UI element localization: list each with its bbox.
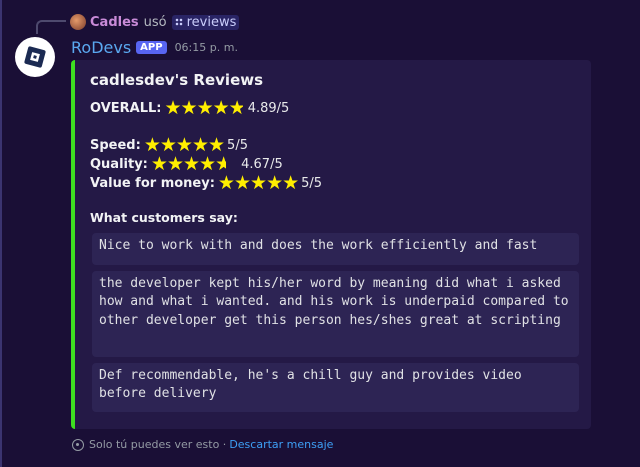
reviews-embed: cadlesdev's Reviews OVERALL: ★★★★★★ 4.89… (71, 60, 591, 429)
star-icon: ★ (182, 153, 200, 175)
star-icon: ★ (282, 172, 299, 194)
star-icon: ★ (199, 153, 216, 175)
review-quote: Nice to work with and does the work effi… (92, 233, 579, 265)
star-icon: ★ (250, 172, 267, 194)
quality-label: Quality: (90, 157, 148, 172)
star-icon: ★ (233, 172, 251, 194)
star-icon: ★ (217, 172, 235, 194)
value-score: 5/5 (301, 176, 323, 191)
star-icon: ★ (196, 97, 214, 119)
star-icon: ★ (180, 97, 198, 119)
value-rating: Value for money: ★ ★ ★ ★ ★ 5/5 (90, 174, 322, 193)
dismiss-message-link[interactable]: Descartar mensaje (229, 438, 333, 451)
command-chip[interactable]: reviews (171, 14, 240, 30)
reply-connector (36, 20, 66, 34)
timestamp[interactable]: 06:15 p. m. (175, 41, 238, 54)
overall-rating: OVERALL: ★★★★★★ 4.89/5 (90, 99, 289, 118)
speed-score: 5/5 (227, 138, 248, 153)
review-quote: Def recommendable, he's a chill guy and … (92, 363, 579, 412)
value-label: Value for money: (90, 176, 215, 191)
author-name[interactable]: RoDevs (71, 38, 131, 57)
quality-score: 4.67/5 (241, 157, 283, 172)
reply-verb: usó (143, 14, 167, 30)
speed-label: Speed: (90, 138, 141, 153)
reply-username[interactable]: Cadles (90, 15, 139, 30)
star-icon: ★ (150, 153, 168, 175)
bot-avatar[interactable] (15, 37, 55, 77)
star-icon: ★★ (228, 99, 243, 118)
ephemeral-footer: Solo tú puedes ver esto · Descartar mens… (72, 438, 333, 451)
command-name: reviews (186, 14, 237, 30)
star-icon: ★ (266, 172, 283, 194)
embed-title: cadlesdev's Reviews (90, 71, 264, 89)
rodevs-logo-icon (24, 46, 46, 68)
star-icon: ★ (166, 153, 184, 175)
cadles-avatar[interactable] (70, 14, 86, 30)
value-stars: ★ ★ ★ ★ ★ (217, 172, 299, 194)
star-icon: ★ (212, 97, 230, 119)
star-icon: ★ (164, 97, 181, 119)
message-header: RoDevs APP 06:15 p. m. (71, 38, 238, 57)
ephemeral-note: Solo tú puedes ver esto · (89, 438, 227, 451)
overall-stars: ★★★★★★ (164, 99, 244, 118)
overall-score: 4.89/5 (247, 101, 290, 116)
command-icon (174, 18, 183, 26)
channel-edge (0, 0, 2, 467)
review-quote: the developer kept his/her word by meani… (92, 271, 579, 357)
overall-label: OVERALL: (90, 101, 162, 116)
command-reference[interactable]: Cadles usó reviews (70, 13, 240, 31)
app-badge: APP (136, 41, 167, 54)
customers-heading: What customers say: (90, 210, 238, 225)
eye-icon (72, 438, 84, 451)
